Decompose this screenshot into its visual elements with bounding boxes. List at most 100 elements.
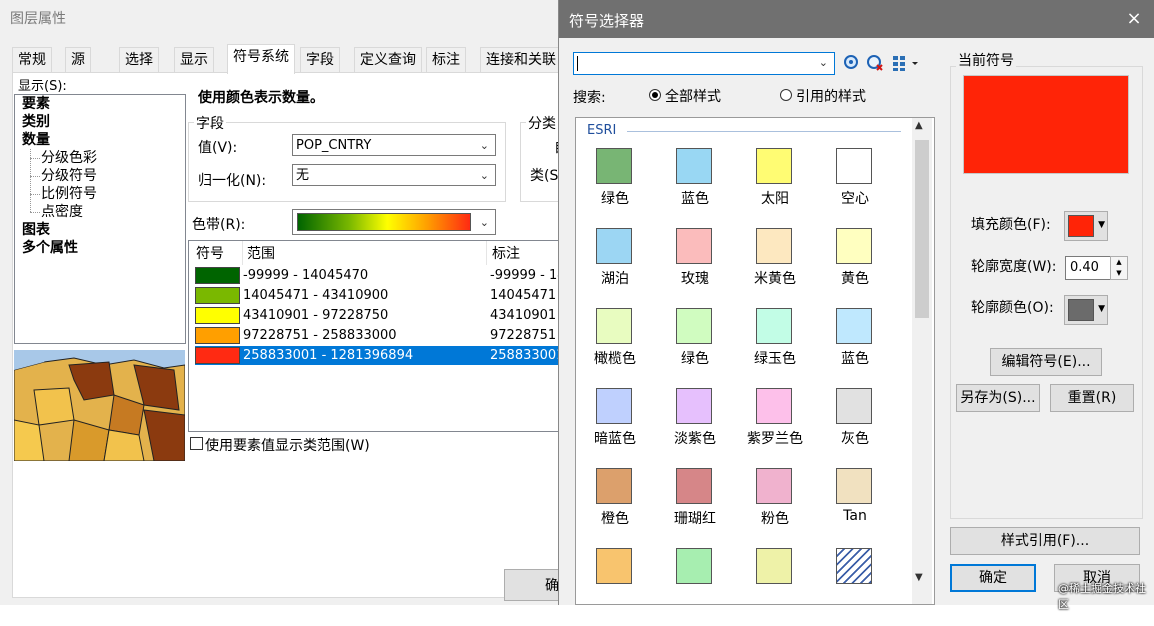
symbol-name: 珊瑚红 [674, 511, 716, 527]
tab-fields[interactable]: 字段 [300, 47, 340, 73]
symbol-cell[interactable]: 绿玉色 [735, 308, 815, 386]
symbol-swatch [676, 468, 712, 504]
symbol-name: 玫瑰 [681, 271, 709, 287]
clear-search-icon[interactable] [866, 54, 884, 72]
outline-width-stepper[interactable]: ▲ ▼ [1110, 256, 1128, 280]
symbol-swatch [756, 548, 792, 584]
table-row[interactable]: 43410901 - 97228750 43410901 - 9 [195, 306, 577, 325]
tree-item-categories[interactable]: 类别 [22, 113, 50, 131]
symbol-cell[interactable]: 米黄色 [735, 228, 815, 306]
outline-color-label: 轮廓颜色(O): [971, 300, 1054, 316]
tab-symbology[interactable]: 符号系统 [227, 44, 295, 74]
symbol-cell[interactable]: 粉色 [735, 468, 815, 546]
scroll-down-icon[interactable]: ▼ [915, 572, 923, 583]
symbol-cell[interactable]: 空心 [815, 148, 895, 226]
close-icon[interactable]: × [1124, 8, 1144, 29]
class-symbol-swatch[interactable] [195, 267, 240, 284]
tab-display[interactable]: 显示 [174, 47, 214, 73]
tab-labels[interactable]: 标注 [426, 47, 466, 73]
outline-color-swatch [1068, 299, 1094, 321]
color-ramp-select[interactable]: ⌄ [292, 209, 496, 235]
save-as-button[interactable]: 另存为(S)... [956, 384, 1040, 412]
table-row[interactable]: -99999 - 14045470 -99999 - 140 [195, 266, 574, 285]
symbol-cell[interactable]: 橙色 [575, 468, 655, 546]
tab-general[interactable]: 常规 [12, 47, 52, 73]
symbol-cell[interactable]: 珊瑚红 [655, 468, 735, 546]
search-input[interactable]: ⌄ [573, 52, 835, 75]
tree-item-dot-density[interactable]: 点密度 [41, 203, 83, 221]
scroll-up-icon[interactable]: ▲ [915, 120, 923, 131]
symbol-swatch [756, 228, 792, 264]
symbol-cell[interactable]: 淡紫色 [655, 388, 735, 466]
tab-joins[interactable]: 连接和关联 [480, 47, 562, 73]
tree-item-quantities[interactable]: 数量 [22, 131, 50, 149]
symbol-name: 紫罗兰色 [747, 431, 803, 447]
table-row[interactable]: 258833001 - 1281396894 258833001 - [195, 346, 573, 365]
symbol-swatch [596, 228, 632, 264]
symbol-cell[interactable]: 橄榄色 [575, 308, 655, 386]
symbol-cell[interactable]: 蓝色 [815, 308, 895, 386]
tree-item-graduated-symbols[interactable]: 分级符号 [41, 167, 97, 185]
tab-source[interactable]: 源 [65, 47, 91, 73]
symbol-cell[interactable]: 黄色 [815, 228, 895, 306]
table-row[interactable]: 14045471 - 43410900 14045471 - 4 [195, 286, 577, 305]
symbol-cell[interactable] [735, 548, 815, 626]
tab-definition-query[interactable]: 定义查询 [354, 47, 422, 73]
symbol-cell[interactable]: 灰色 [815, 388, 895, 466]
symbol-cell[interactable]: Tan [815, 468, 895, 546]
all-styles-label: 全部样式 [665, 89, 721, 105]
style-references-button[interactable]: 样式引用(F)... [950, 527, 1140, 555]
symbol-name: 绿色 [681, 351, 709, 367]
tree-item-graduated-colors[interactable]: 分级色彩 [41, 149, 97, 167]
symbol-cell[interactable]: 紫罗兰色 [735, 388, 815, 466]
normalize-label: 归一化(N): [198, 173, 267, 189]
class-symbol-swatch[interactable] [195, 327, 240, 344]
symbol-name: 粉色 [761, 511, 789, 527]
class-symbol-swatch[interactable] [195, 307, 240, 324]
scrollbar-thumb[interactable] [915, 140, 929, 318]
view-options-icon[interactable] [892, 54, 920, 72]
normalize-select[interactable]: 无 ⌄ [292, 164, 496, 186]
tree-item-charts[interactable]: 图表 [22, 221, 50, 239]
edit-symbol-button[interactable]: 编辑符号(E)... [990, 348, 1102, 376]
symbol-cell[interactable]: 绿色 [655, 308, 735, 386]
tree-connector [30, 194, 40, 195]
symbol-cell[interactable]: 玫瑰 [655, 228, 735, 306]
tree-connector [30, 158, 40, 159]
fields-group-label: 字段 [194, 113, 226, 133]
all-styles-radio[interactable] [649, 89, 661, 101]
header-symbol[interactable]: 符号 [196, 243, 224, 263]
tab-selection[interactable]: 选择 [119, 47, 159, 73]
header-range[interactable]: 范围 [247, 243, 275, 263]
class-symbol-swatch[interactable] [195, 347, 240, 364]
fill-color-button[interactable]: ▼ [1064, 211, 1108, 241]
symbol-cell[interactable]: 湖泊 [575, 228, 655, 306]
classify-classes-label: 类(S [530, 168, 559, 184]
outline-color-button[interactable]: ▼ [1064, 295, 1108, 325]
reset-button[interactable]: 重置(R) [1050, 384, 1134, 412]
table-row[interactable]: 97228751 - 258833000 97228751 - 2 [195, 326, 577, 345]
symbol-cell[interactable] [815, 548, 895, 626]
tree-item-multiple[interactable]: 多个属性 [22, 239, 78, 257]
tree-item-features[interactable]: 要素 [22, 95, 50, 113]
symbol-cell[interactable]: 蓝色 [655, 148, 735, 226]
symbol-cell[interactable]: 暗蓝色 [575, 388, 655, 466]
class-symbol-swatch[interactable] [195, 287, 240, 304]
referenced-styles-radio[interactable] [780, 89, 792, 101]
header-label[interactable]: 标注 [492, 243, 520, 263]
dialog-title: 符号选择器 [569, 12, 645, 30]
use-feature-values-checkbox[interactable] [190, 437, 203, 450]
tree-item-proportional[interactable]: 比例符号 [41, 185, 97, 203]
symbol-cell[interactable]: 绿色 [575, 148, 655, 226]
symbol-cell[interactable]: 太阳 [735, 148, 815, 226]
value-field-select[interactable]: POP_CNTRY ⌄ [292, 134, 496, 156]
symbol-swatch [676, 228, 712, 264]
symbol-cell[interactable] [575, 548, 655, 626]
class-range: 43410901 - 97228750 [243, 308, 389, 323]
dialog-title: 图层属性 [10, 11, 66, 27]
symbol-cell[interactable] [655, 548, 735, 626]
search-icon[interactable] [843, 54, 861, 72]
value-field-text: POP_CNTRY [296, 138, 372, 153]
ok-button[interactable]: 确定 [950, 564, 1036, 592]
value-label: 值(V): [198, 140, 238, 156]
